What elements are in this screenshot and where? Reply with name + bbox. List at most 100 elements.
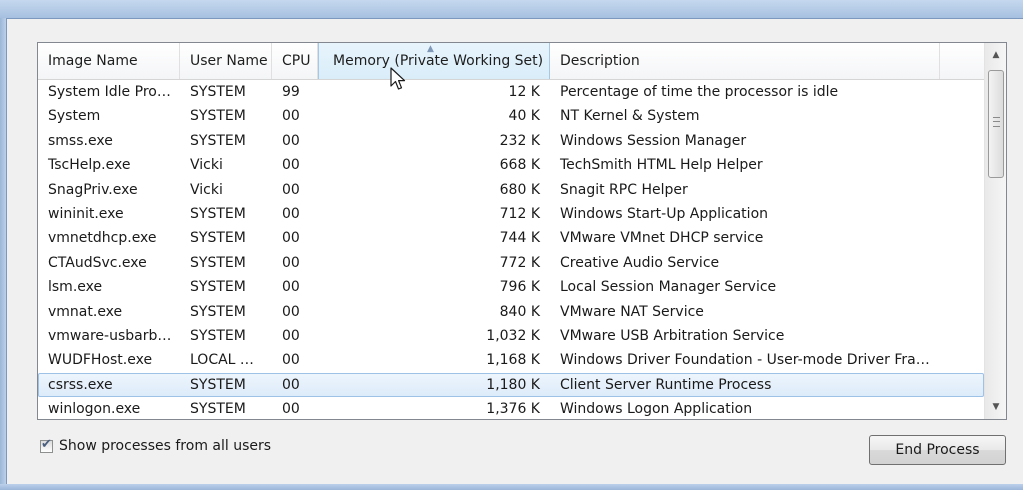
cell-memory: 232 K — [499, 132, 540, 149]
cell-image-name: System — [48, 108, 101, 125]
column-header-cpu[interactable]: CPU — [272, 43, 318, 79]
cell-user-name: SYSTEM — [190, 376, 246, 393]
column-header-memory[interactable]: ▲ Memory (Private Working Set) — [318, 43, 550, 79]
column-header-user-name[interactable]: User Name — [180, 43, 272, 79]
cell-cpu: 00 — [282, 279, 300, 296]
cell-image-name: smss.exe — [48, 132, 113, 149]
cell-user-name: SYSTEM — [190, 230, 246, 247]
cell-image-name: SnagPriv.exe — [48, 181, 138, 198]
window-frame-bottom — [0, 484, 1023, 490]
cell-user-name: SYSTEM — [190, 108, 246, 125]
table-row[interactable]: vmnat.exe SYSTEM 00 840 K VMware NAT Service — [38, 300, 984, 324]
cell-image-name: csrss.exe — [48, 376, 113, 393]
scroll-up-icon[interactable]: ▲ — [985, 45, 1006, 65]
cell-memory: 796 K — [499, 279, 540, 296]
cell-description: Windows Driver Foundation - User-mode Dr… — [560, 352, 930, 369]
show-all-users-checkbox[interactable]: ✔ — [40, 437, 53, 453]
cell-memory: 12 K — [508, 84, 540, 100]
column-header-label: Description — [560, 53, 640, 69]
cell-cpu: 00 — [282, 108, 300, 125]
process-list[interactable]: Image Name User Name CPU ▲ Memory (Priva… — [37, 42, 1007, 420]
cell-memory: 772 K — [499, 254, 540, 271]
cell-cpu: 00 — [282, 254, 300, 271]
cell-memory: 1,180 K — [486, 376, 540, 393]
cell-memory: 744 K — [499, 230, 540, 247]
column-header-label: CPU — [282, 53, 311, 69]
table-row[interactable]: smss.exe SYSTEM 00 232 K Windows Session Man… — [38, 129, 984, 153]
table-row[interactable]: WUDFHost.exe LOCAL … 00 1,168 K Windows Driv… — [38, 348, 984, 372]
show-all-users-label: Show processes from all users — [59, 438, 272, 454]
process-rows: System Idle Pro… SYSTEM 99 12 K Percentage o… — [38, 80, 984, 419]
cell-cpu: 00 — [282, 352, 300, 369]
vertical-scrollbar[interactable]: ▲ ▼ — [984, 43, 1006, 419]
cell-image-name: vmnetdhcp.exe — [48, 230, 157, 247]
sort-ascending-icon: ▲ — [427, 44, 434, 54]
table-row[interactable]: vmnetdhcp.exe SYSTEM 00 744 K VMware VMnet D… — [38, 226, 984, 250]
cell-cpu: 00 — [282, 205, 300, 222]
cell-cpu: 00 — [282, 230, 300, 247]
cell-image-name: winlogon.exe — [48, 401, 141, 418]
column-header-image-name[interactable]: Image Name — [38, 43, 180, 79]
table-row[interactable]: lsm.exe SYSTEM 00 796 K Local Session Manage… — [38, 275, 984, 299]
cell-memory: 680 K — [499, 181, 540, 198]
cell-description: Windows Session Manager — [560, 132, 747, 149]
cell-image-name: vmware-usbarb… — [48, 327, 172, 344]
cell-cpu: 00 — [282, 303, 300, 320]
cell-user-name: SYSTEM — [190, 132, 246, 149]
cell-user-name: Vicki — [190, 181, 223, 198]
cell-description: VMware USB Arbitration Service — [560, 327, 785, 344]
cell-description: Percentage of time the processor is idle — [560, 84, 839, 100]
grip-icon — [993, 117, 1000, 127]
cell-description: Local Session Manager Service — [560, 279, 777, 296]
cell-user-name: SYSTEM — [190, 205, 246, 222]
table-row[interactable]: System SYSTEM 00 40 K NT Kernel & System — [38, 104, 984, 128]
column-header-filler — [940, 43, 984, 79]
column-header-description[interactable]: Description — [550, 43, 940, 79]
cell-user-name: SYSTEM — [190, 279, 246, 296]
cell-image-name: wininit.exe — [48, 205, 124, 222]
cell-memory: 40 K — [508, 108, 540, 125]
table-row[interactable]: winlogon.exe SYSTEM 00 1,376 K Windows Logon… — [38, 397, 984, 419]
cell-image-name: vmnat.exe — [48, 303, 123, 320]
cell-image-name: WUDFHost.exe — [48, 352, 153, 369]
cell-memory: 1,168 K — [486, 352, 540, 369]
cell-image-name: System Idle Pro… — [48, 84, 171, 100]
cell-description: Windows Logon Application — [560, 401, 753, 418]
cell-image-name: CTAudSvc.exe — [48, 254, 147, 271]
cell-description: Creative Audio Service — [560, 254, 720, 271]
column-header-row: Image Name User Name CPU ▲ Memory (Priva… — [38, 43, 984, 80]
cell-user-name: SYSTEM — [190, 401, 246, 418]
cell-memory: 1,032 K — [486, 327, 540, 344]
column-header-label: Memory (Private Working Set) — [333, 53, 544, 69]
cell-description: VMware NAT Service — [560, 303, 704, 320]
cell-description: VMware VMnet DHCP service — [560, 230, 764, 247]
show-all-users-option[interactable]: ✔ Show processes from all users — [40, 437, 271, 455]
table-row[interactable]: TscHelp.exe Vicki 00 668 K TechSmith HTML He… — [38, 153, 984, 177]
table-row[interactable]: wininit.exe SYSTEM 00 712 K Windows Start-Up… — [38, 202, 984, 226]
cell-memory: 1,376 K — [486, 401, 540, 418]
cell-user-name: SYSTEM — [190, 84, 246, 100]
scroll-down-icon[interactable]: ▼ — [985, 397, 1006, 417]
table-row[interactable]: System Idle Pro… SYSTEM 99 12 K Percentage o… — [38, 80, 984, 104]
mouse-pointer-icon — [390, 67, 406, 90]
column-header-label: User Name — [190, 53, 268, 69]
table-row[interactable]: SnagPriv.exe Vicki 00 680 K Snagit RPC Helpe… — [38, 178, 984, 202]
column-header-label: Image Name — [48, 53, 138, 69]
cell-cpu: 00 — [282, 376, 300, 393]
cell-cpu: 00 — [282, 181, 300, 198]
cell-memory: 840 K — [499, 303, 540, 320]
cell-user-name: LOCAL … — [190, 352, 254, 369]
cell-user-name: SYSTEM — [190, 303, 246, 320]
cell-image-name: TscHelp.exe — [48, 157, 131, 174]
cell-description: Client Server Runtime Process — [560, 376, 772, 393]
cell-description: Windows Start-Up Application — [560, 205, 769, 222]
table-row[interactable]: CTAudSvc.exe SYSTEM 00 772 K Creative Audio … — [38, 251, 984, 275]
end-process-button[interactable]: End Process — [869, 435, 1006, 465]
cell-image-name: lsm.exe — [48, 279, 103, 296]
cell-memory: 712 K — [499, 205, 540, 222]
table-row[interactable]: csrss.exe SYSTEM 00 1,180 K Client Server Ru… — [38, 372, 984, 398]
cell-user-name: SYSTEM — [190, 327, 246, 344]
table-row[interactable]: vmware-usbarb… SYSTEM 00 1,032 K VMware USB … — [38, 324, 984, 348]
window-frame-left — [0, 18, 7, 490]
scroll-thumb[interactable] — [988, 70, 1004, 178]
